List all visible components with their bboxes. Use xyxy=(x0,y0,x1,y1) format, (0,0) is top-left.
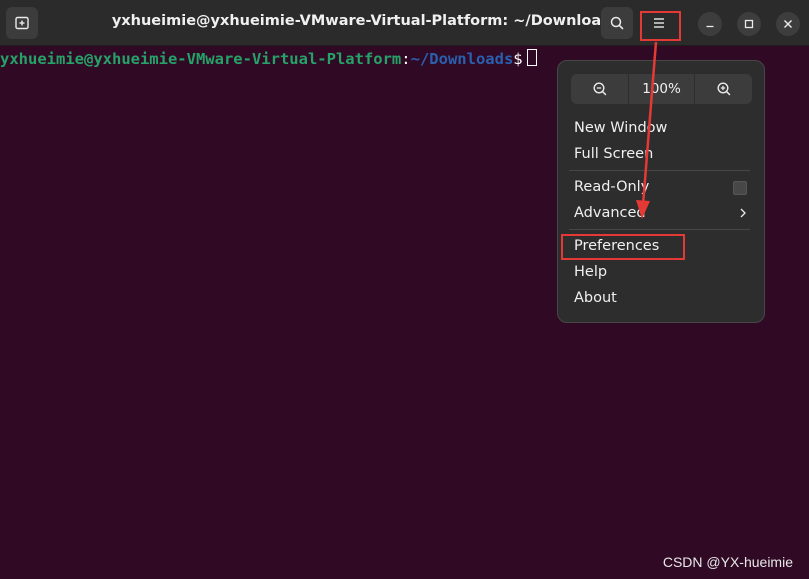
watermark: CSDN @YX-hueimie xyxy=(662,554,793,570)
annotation-arrow xyxy=(636,41,658,219)
